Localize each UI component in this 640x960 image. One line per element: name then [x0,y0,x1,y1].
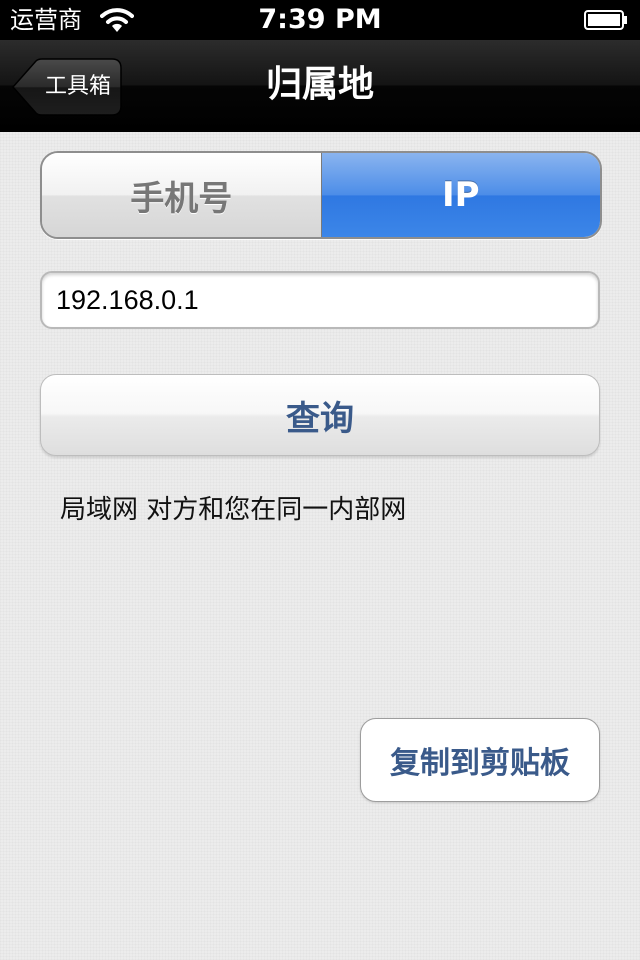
ip-address-input[interactable] [40,271,600,329]
lookup-result-text: 局域网 对方和您在同一内部网 [60,495,407,525]
copy-to-clipboard-button[interactable]: 复制到剪贴板 [360,718,600,802]
navigation-bar: 工具箱 归属地 [0,40,640,132]
segment-phone-number[interactable]: 手机号 [42,153,322,237]
page-title: 归属地 [265,64,374,105]
query-button[interactable]: 查询 [40,374,600,456]
segment-ip[interactable]: IP [321,153,600,237]
status-bar: 运营商 7:39 PM [0,0,640,40]
lookup-type-segmented-control: 手机号 IP [40,151,602,239]
battery-icon [584,10,628,30]
status-time: 7:39 PM [258,4,382,35]
